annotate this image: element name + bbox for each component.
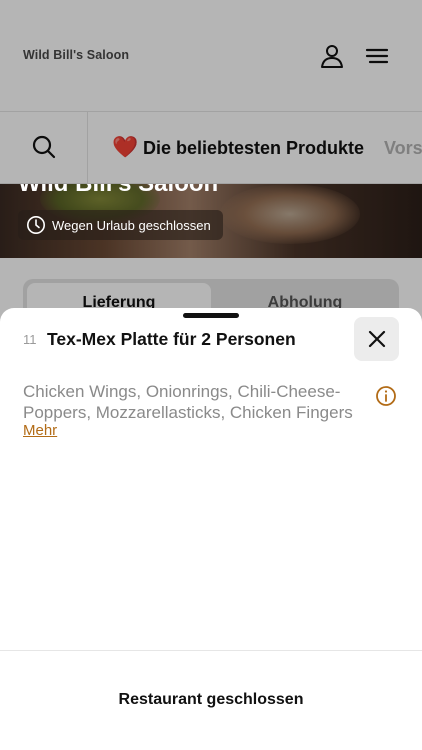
item-description-text: Chicken Wings, Onionrings, Chili-Cheese-…	[23, 382, 353, 422]
closed-status-text: Wegen Urlaub geschlossen	[52, 217, 211, 233]
hero-title: Wild Bill's Saloon	[18, 184, 218, 198]
sheet-footer: Restaurant geschlossen	[0, 650, 422, 750]
restaurant-closed-label: Restaurant geschlossen	[118, 691, 304, 708]
closed-status-badge: Wegen Urlaub geschlossen	[18, 210, 223, 240]
sheet-header: 11 Tex-Mex Platte für 2 Personen	[0, 308, 422, 372]
product-detail-sheet: 11 Tex-Mex Platte für 2 Personen Chicken…	[0, 308, 422, 750]
more-link[interactable]: Mehr	[23, 422, 57, 439]
item-number: 11	[23, 332, 37, 347]
item-name: Tex-Mex Platte für 2 Personen	[47, 329, 296, 349]
close-icon	[368, 330, 386, 348]
info-icon[interactable]	[375, 385, 397, 407]
clock-icon	[27, 216, 45, 234]
close-button[interactable]	[354, 317, 399, 361]
item-description: Chicken Wings, Onionrings, Chili-Cheese-…	[23, 381, 368, 423]
